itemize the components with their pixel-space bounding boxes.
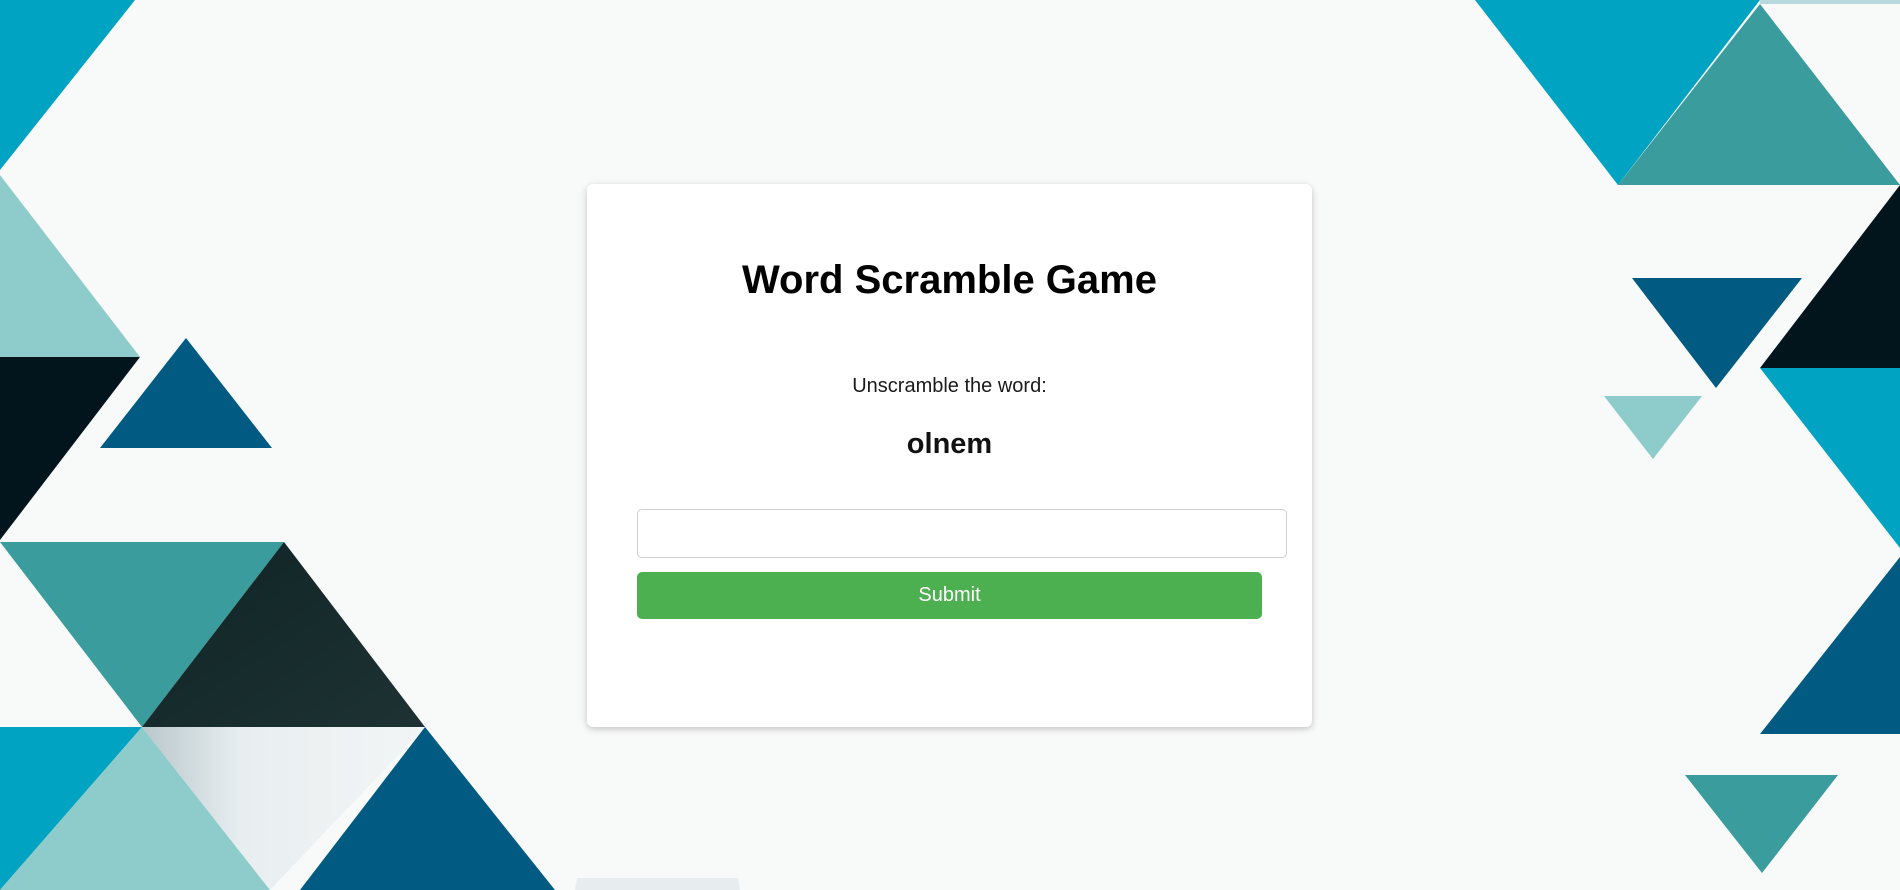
unscramble-prompt: Unscramble the word: [852, 375, 1047, 397]
right-triangle-dark [1760, 185, 1900, 368]
right-triangle-pale-top [1760, 0, 1900, 4]
bottom-faint-strip [575, 878, 740, 890]
right-triangle-teal-bottom [1685, 775, 1838, 873]
left-triangle-light-upper [0, 175, 140, 357]
submit-button[interactable]: Submit [637, 572, 1262, 619]
answer-input[interactable] [637, 509, 1287, 558]
game-title: Word Scramble Game [742, 258, 1157, 302]
scrambled-word: olnem [906, 428, 993, 460]
game-card: Word Scramble Game Unscramble the word: … [587, 184, 1312, 727]
right-triangle-light-small [1604, 396, 1702, 459]
right-triangle-cyan-mid [1760, 368, 1900, 548]
left-triangle-cyan-top [0, 0, 135, 170]
right-triangle-navy-lower [1760, 557, 1900, 734]
left-triangle-dark [0, 357, 140, 540]
